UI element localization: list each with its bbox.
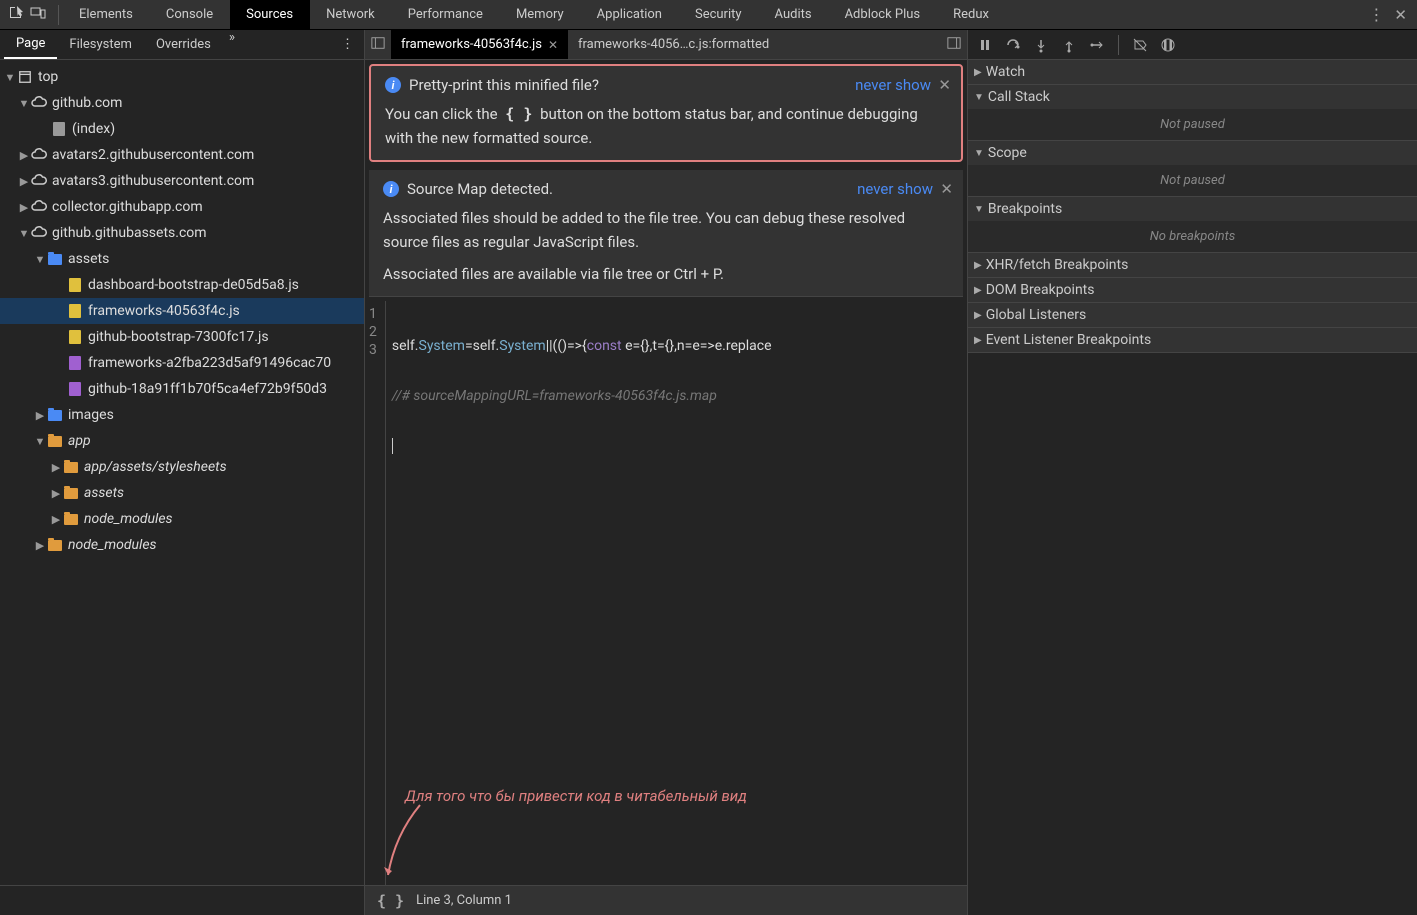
editor-tab-1[interactable]: frameworks-4056…c.js:formatted bbox=[568, 30, 779, 59]
tree-avatars2[interactable]: ▶avatars2.githubusercontent.com bbox=[0, 142, 364, 168]
tab-performance[interactable]: Performance bbox=[392, 0, 500, 29]
navigator-more-icon[interactable]: ⋮ bbox=[335, 37, 360, 52]
editor-tab-label: frameworks-4056…c.js:formatted bbox=[578, 37, 769, 52]
section-global[interactable]: ▶Global Listeners bbox=[968, 303, 1417, 327]
inspect-element-icon[interactable] bbox=[8, 5, 24, 25]
debugger-panel: ▶Watch ▼Call Stack Not paused ▼Scope Not… bbox=[967, 30, 1417, 915]
info-icon: i bbox=[385, 77, 401, 93]
tab-audits[interactable]: Audits bbox=[759, 0, 829, 29]
section-callstack[interactable]: ▼Call Stack bbox=[968, 85, 1417, 109]
tree-githubboot[interactable]: github-bootstrap-7300fc17.js bbox=[0, 324, 364, 350]
main-tabs: Elements Console Sources Network Perform… bbox=[63, 0, 1358, 29]
nav-tab-filesystem[interactable]: Filesystem bbox=[57, 30, 144, 59]
section-dom[interactable]: ▶DOM Breakpoints bbox=[968, 278, 1417, 302]
tab-adblock[interactable]: Adblock Plus bbox=[829, 0, 938, 29]
tab-sources[interactable]: Sources bbox=[230, 0, 310, 29]
tree-assets2[interactable]: ▶assets bbox=[0, 480, 364, 506]
tab-redux[interactable]: Redux bbox=[937, 0, 1006, 29]
editor-tab-0[interactable]: frameworks-40563f4c.js ✕ bbox=[391, 30, 568, 59]
info-icon: i bbox=[383, 181, 399, 197]
tab-memory[interactable]: Memory bbox=[500, 0, 581, 29]
infobar-title: Source Map detected. bbox=[407, 180, 553, 198]
tab-security[interactable]: Security bbox=[679, 0, 759, 29]
tree-appstyle[interactable]: ▶app/assets/stylesheets bbox=[0, 454, 364, 480]
sourcemap-infobar: i Source Map detected. never show ✕ Asso… bbox=[369, 170, 963, 297]
close-tab-icon[interactable]: ✕ bbox=[548, 38, 558, 52]
nav-tab-page[interactable]: Page bbox=[4, 30, 57, 59]
tab-elements[interactable]: Elements bbox=[63, 0, 150, 29]
settings-icon[interactable]: ⋮ bbox=[1368, 5, 1384, 24]
section-event[interactable]: ▶Event Listener Breakpoints bbox=[968, 328, 1417, 352]
pretty-print-infobar: i Pretty-print this minified file? never… bbox=[369, 64, 963, 162]
pause-on-exceptions-button[interactable] bbox=[1157, 34, 1179, 56]
toggle-navigator-icon[interactable] bbox=[365, 36, 391, 54]
tree-assets[interactable]: ▼assets bbox=[0, 246, 364, 272]
pretty-print-button[interactable]: { } bbox=[377, 892, 404, 910]
close-infobar-icon[interactable]: ✕ bbox=[938, 76, 951, 94]
tree-frameworks[interactable]: frameworks-40563f4c.js bbox=[0, 298, 364, 324]
pause-button[interactable] bbox=[974, 34, 996, 56]
section-scope[interactable]: ▼Scope bbox=[968, 141, 1417, 165]
file-tree: ▼top ▼github.com (index) ▶avatars2.githu… bbox=[0, 60, 364, 885]
section-xhr[interactable]: ▶XHR/fetch Breakpoints bbox=[968, 253, 1417, 277]
devtools-toolbar: Elements Console Sources Network Perform… bbox=[0, 0, 1417, 30]
tree-github[interactable]: ▼github.com bbox=[0, 90, 364, 116]
editor-panel: frameworks-40563f4c.js ✕ frameworks-4056…… bbox=[365, 30, 967, 915]
deactivate-breakpoints-button[interactable] bbox=[1129, 34, 1151, 56]
tree-fwlong[interactable]: frameworks-a2fba223d5af91496cac70 bbox=[0, 350, 364, 376]
step-over-button[interactable] bbox=[1002, 34, 1024, 56]
line-gutter: 1 2 3 bbox=[365, 301, 386, 885]
code-content[interactable]: self.System=self.System||(()=>{const e={… bbox=[386, 301, 967, 885]
nav-tab-overrides[interactable]: Overrides bbox=[144, 30, 223, 59]
cursor-position: Line 3, Column 1 bbox=[416, 893, 512, 908]
tree-avatars3[interactable]: ▶avatars3.githubusercontent.com bbox=[0, 168, 364, 194]
tree-images[interactable]: ▶images bbox=[0, 402, 364, 428]
close-infobar-icon[interactable]: ✕ bbox=[940, 180, 953, 198]
tree-dashboard[interactable]: dashboard-bootstrap-de05d5a8.js bbox=[0, 272, 364, 298]
tree-ghlong[interactable]: github-18a91ff1b70f5ca4ef72b9f50d3 bbox=[0, 376, 364, 402]
tree-app[interactable]: ▼app bbox=[0, 428, 364, 454]
nav-tabs-more-icon[interactable]: » bbox=[223, 30, 241, 59]
tab-console[interactable]: Console bbox=[150, 0, 230, 29]
never-show-link[interactable]: never show bbox=[857, 180, 933, 198]
editor-statusbar: { } Line 3, Column 1 bbox=[365, 885, 967, 915]
tab-network[interactable]: Network bbox=[310, 0, 392, 29]
callstack-body: Not paused bbox=[968, 109, 1417, 140]
braces-icon: { } bbox=[501, 105, 536, 123]
section-watch[interactable]: ▶Watch bbox=[968, 60, 1417, 84]
navigator-footer bbox=[0, 885, 364, 915]
tab-application[interactable]: Application bbox=[581, 0, 679, 29]
step-into-button[interactable] bbox=[1030, 34, 1052, 56]
tree-top[interactable]: ▼top bbox=[0, 64, 364, 90]
tree-collector[interactable]: ▶collector.githubapp.com bbox=[0, 194, 364, 220]
editor-tab-label: frameworks-40563f4c.js bbox=[401, 37, 542, 52]
navigator-panel: Page Filesystem Overrides » ⋮ ▼top ▼gith… bbox=[0, 30, 365, 915]
tree-index[interactable]: (index) bbox=[0, 116, 364, 142]
section-breakpoints[interactable]: ▼Breakpoints bbox=[968, 197, 1417, 221]
tree-node2[interactable]: ▶node_modules bbox=[0, 532, 364, 558]
toggle-debugger-icon[interactable] bbox=[941, 36, 967, 54]
code-editor[interactable]: 1 2 3 self.System=self.System||(()=>{con… bbox=[365, 301, 967, 885]
tree-node1[interactable]: ▶node_modules bbox=[0, 506, 364, 532]
close-icon[interactable]: ✕ bbox=[1394, 6, 1407, 24]
breakpoints-body: No breakpoints bbox=[968, 221, 1417, 252]
step-button[interactable] bbox=[1086, 34, 1108, 56]
infobar-title: Pretty-print this minified file? bbox=[409, 76, 599, 94]
device-toggle-icon[interactable] bbox=[30, 5, 46, 25]
divider bbox=[58, 5, 59, 25]
step-out-button[interactable] bbox=[1058, 34, 1080, 56]
never-show-link[interactable]: never show bbox=[855, 76, 931, 94]
scope-body: Not paused bbox=[968, 165, 1417, 196]
tree-githubassets[interactable]: ▼github.githubassets.com bbox=[0, 220, 364, 246]
